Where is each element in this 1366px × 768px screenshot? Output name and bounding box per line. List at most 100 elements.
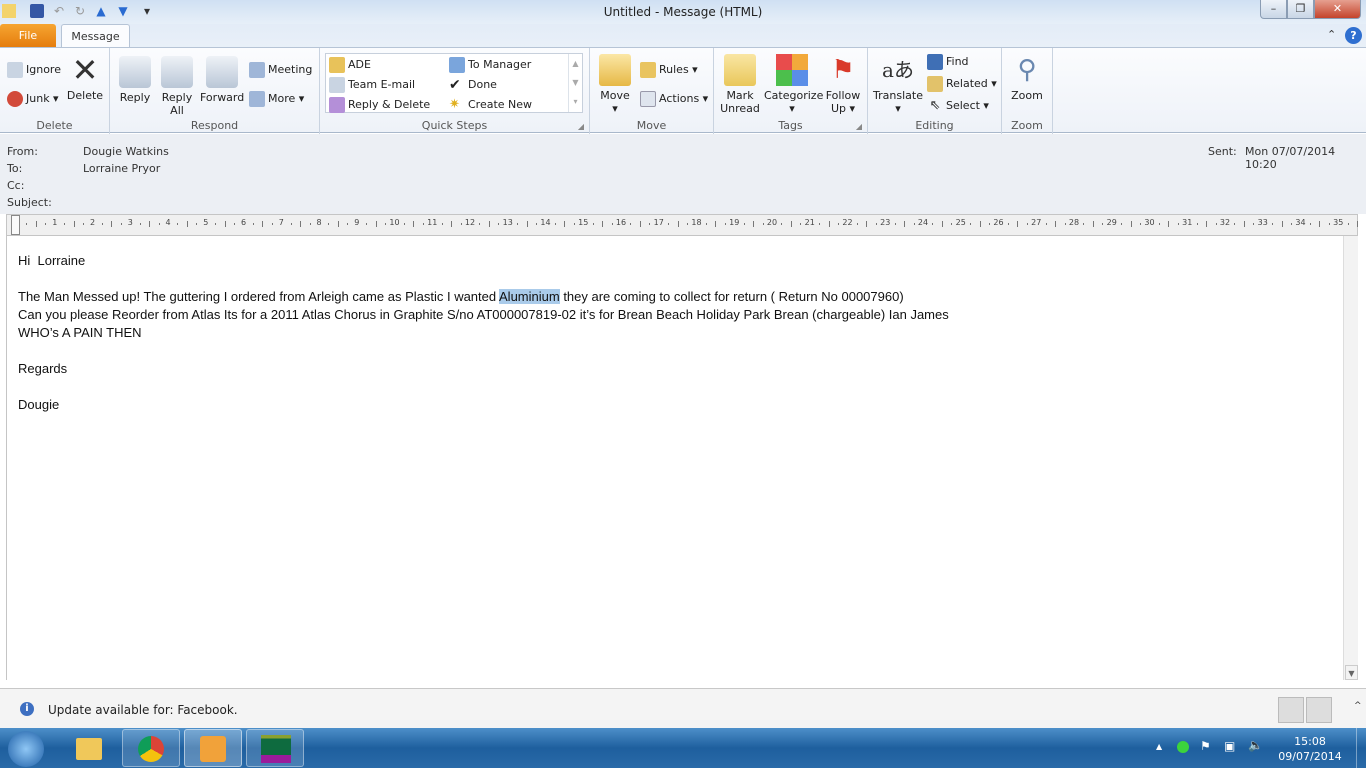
taskbar-explorer[interactable]	[60, 729, 118, 767]
message-body[interactable]: Hi Lorraine The Man Messed up! The gutter…	[6, 236, 1343, 680]
clock-time: 15:08	[1294, 735, 1326, 748]
ruler-number: 32	[1219, 218, 1231, 227]
more-button[interactable]: More ▾	[249, 91, 304, 107]
ruler-number: 31	[1182, 218, 1193, 227]
ruler-tick	[385, 223, 387, 225]
ruler-tick	[1177, 223, 1179, 225]
quick-step-team-email[interactable]: Team E-mail	[329, 77, 415, 93]
ruler-number: 1	[52, 218, 58, 227]
junk-button[interactable]: Junk ▾	[7, 91, 59, 107]
ruler-tick	[234, 223, 236, 225]
restore-button[interactable]: ❐	[1287, 0, 1314, 19]
network-icon[interactable]: ▣	[1224, 739, 1235, 753]
to-value[interactable]: Lorraine Pryor	[83, 162, 160, 175]
vertical-scrollbar[interactable]: ▼	[1343, 236, 1358, 680]
related-button[interactable]: Related ▾	[927, 76, 997, 92]
taskbar-outlook[interactable]	[184, 729, 242, 767]
show-desktop-button[interactable]	[1356, 728, 1366, 768]
reply-button[interactable]: Reply	[118, 56, 152, 104]
volume-icon[interactable]: 🔈	[1248, 738, 1263, 752]
ruler-tick	[139, 223, 141, 225]
ruler-number: 5	[203, 218, 209, 227]
expand-people-pane-icon[interactable]: ^	[1354, 701, 1362, 711]
person-icon[interactable]	[1306, 697, 1332, 723]
minimize-button[interactable]: –	[1260, 0, 1287, 19]
ruler-number: 10	[389, 218, 400, 227]
ruler-number: 15	[578, 218, 589, 227]
to-manager-icon	[449, 57, 465, 73]
dialog-launcher-icon[interactable]: ◢	[856, 122, 862, 131]
ruler-tick	[1140, 223, 1142, 225]
ruler-tick	[149, 221, 151, 227]
ruler-number: 3	[127, 218, 133, 227]
update-notice[interactable]: Update available for: Facebook.	[48, 703, 238, 717]
meeting-button[interactable]: Meeting	[249, 62, 312, 78]
ruler-tick	[536, 223, 538, 225]
ruler-tick	[1347, 223, 1349, 225]
reply-all-icon	[161, 56, 193, 88]
ruler-tick	[215, 223, 217, 225]
quick-step-to-manager[interactable]: To Manager	[449, 57, 531, 73]
forward-button[interactable]: Forward	[200, 56, 244, 104]
move-button[interactable]: Move ▾	[598, 54, 632, 115]
ruler-tick	[1206, 221, 1208, 227]
quick-step-create-new[interactable]: ✷ Create New	[449, 97, 532, 113]
translate-button[interactable]: aあ Translate ▾	[872, 54, 924, 115]
group-label-editing: Editing	[915, 119, 954, 132]
window-title: Untitled - Message (HTML)	[603, 5, 763, 19]
ruler-tick	[573, 223, 575, 225]
more-icon	[249, 91, 265, 107]
ruler-tick	[639, 221, 641, 227]
quick-step-ade[interactable]: ADE	[329, 57, 371, 73]
ruler-tick	[375, 221, 377, 227]
ruler-tick	[158, 223, 160, 225]
rules-button[interactable]: Rules ▾	[640, 62, 698, 78]
ruler-tick	[45, 223, 47, 225]
start-button[interactable]	[8, 731, 44, 767]
scroll-down-button[interactable]: ▼	[1345, 665, 1358, 680]
find-button[interactable]: Find	[927, 54, 969, 70]
action-center-flag-icon[interactable]: ⚑	[1200, 739, 1211, 753]
close-button[interactable]: ✕	[1314, 0, 1361, 19]
ruler-tick	[592, 223, 594, 225]
ruler-tick	[1272, 223, 1274, 225]
ruler-tick	[1291, 223, 1293, 225]
ruler-number: 25	[955, 218, 966, 227]
collapse-ribbon-icon[interactable]: ⌃	[1327, 28, 1336, 41]
ruler-tick	[35, 221, 37, 227]
quick-step-done[interactable]: ✔ Done	[449, 77, 497, 93]
taskbar-sage[interactable]	[246, 729, 304, 767]
ruler-tick	[1215, 223, 1217, 225]
mark-unread-button[interactable]: Mark Unread	[720, 54, 760, 115]
ruler-number: 26	[993, 218, 1004, 227]
person-icon[interactable]	[1278, 697, 1304, 723]
ribbon-tabs: File Message ⌃ ?	[0, 24, 1366, 48]
quick-step-reply-delete[interactable]: Reply & Delete	[329, 97, 430, 113]
status-icon[interactable]	[1177, 741, 1189, 753]
taskbar-chrome[interactable]	[122, 729, 180, 767]
ruler-tick	[904, 221, 906, 227]
actions-button[interactable]: Actions ▾	[640, 91, 708, 107]
ruler-tick	[677, 221, 679, 227]
clock[interactable]: 15:08 09/07/2014	[1272, 734, 1348, 764]
dialog-launcher-icon[interactable]: ◢	[578, 122, 584, 131]
ruler-tick	[1234, 223, 1236, 225]
reply-all-button[interactable]: Reply All	[160, 56, 194, 117]
move-folder-icon	[599, 54, 631, 86]
show-hidden-icons[interactable]: ▲	[1156, 742, 1162, 751]
ruler-tick	[1045, 223, 1047, 225]
ruler[interactable]: 1 2 3 4 5 6 7 8 9 10 11 12 13 14 15 16 17 18 19 20 21 22 23 24 2…	[6, 214, 1359, 236]
from-value[interactable]: Dougie Watkins	[83, 145, 169, 158]
delete-button[interactable]: ✕ Delete	[66, 54, 104, 102]
gallery-scroll[interactable]: ▲ ▼ ▾	[568, 54, 582, 112]
tab-message[interactable]: Message	[61, 24, 130, 48]
indent-marker[interactable]	[11, 215, 20, 235]
tab-file[interactable]: File	[0, 24, 56, 48]
help-icon[interactable]: ?	[1345, 27, 1362, 44]
zoom-button[interactable]: ⚲ Zoom	[1008, 54, 1046, 102]
follow-up-button[interactable]: ⚑ Follow Up ▾	[824, 54, 862, 115]
select-button[interactable]: ⇖ Select ▾	[927, 98, 989, 114]
ruler-tick	[668, 223, 670, 225]
categorize-button[interactable]: Categorize ▾	[764, 54, 823, 115]
ignore-button[interactable]: Ignore	[7, 62, 61, 78]
